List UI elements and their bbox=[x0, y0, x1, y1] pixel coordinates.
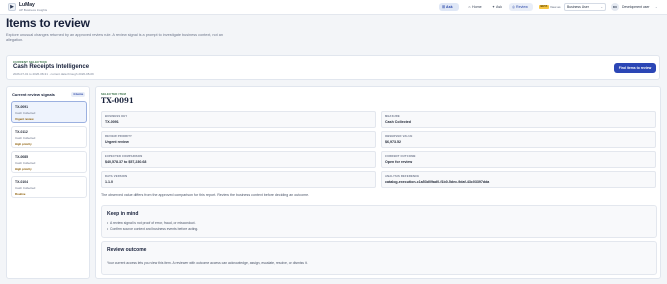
nav-ask-primary-label: Ask bbox=[446, 5, 453, 9]
selected-item-panel: SELECTED ITEM TX-0091 BUSINESS KEY TX-00… bbox=[95, 86, 661, 279]
signal-priority: High priority bbox=[15, 167, 32, 171]
signal-area: Cash Collected bbox=[15, 161, 36, 165]
field-measure: MEASURE Cash Collected bbox=[381, 111, 656, 128]
top-bar: ▶ LuMay AP Business Insights ☰Ask ⌂Home … bbox=[0, 0, 667, 15]
field-value: $6,973.52 bbox=[385, 140, 401, 144]
keep-in-mind-box: Keep in mind • A review signal is not pro… bbox=[101, 205, 657, 238]
avatar[interactable]: DU bbox=[611, 3, 619, 11]
field-business-key: BUSINESS KEY TX-0091 bbox=[101, 111, 376, 128]
nav-home-label: Home bbox=[472, 5, 482, 9]
signal-item[interactable]: TX-0104 Cash Collected Routine bbox=[11, 176, 87, 198]
review-signals-panel: Current review signals 4 items TX-0091 C… bbox=[6, 86, 90, 279]
nav-ask-primary-button[interactable]: ☰Ask bbox=[439, 3, 459, 11]
role-select[interactable]: Business User ⌄ bbox=[564, 3, 606, 11]
chevron-down-icon: ⌄ bbox=[600, 5, 603, 9]
signal-area: Cash Collected bbox=[15, 111, 36, 115]
find-items-button[interactable]: Find items to review bbox=[614, 63, 656, 73]
signal-id: TX-0091 bbox=[15, 105, 29, 109]
nav-review-button[interactable]: ◎Review bbox=[509, 3, 533, 11]
field-value: TX-0091 bbox=[105, 120, 119, 124]
review-signals-title: Current review signals bbox=[12, 92, 55, 97]
field-analysis-reference: ANALYSIS REFERENCE catalog-execution-c1a… bbox=[381, 171, 656, 188]
field-observed-value: OBSERVED VALUE $6,973.52 bbox=[381, 131, 656, 148]
field-label: MEASURE bbox=[385, 115, 400, 118]
signal-item[interactable]: TX-0112 Cash Collected High priority bbox=[11, 126, 87, 148]
field-value: Open for review bbox=[385, 160, 413, 164]
field-expected-comparison: EXPECTED COMPARISON $40,578.37 to $57,23… bbox=[101, 151, 376, 168]
field-label: EXPECTED COMPARISON bbox=[105, 155, 143, 158]
keep-in-mind-title: Keep in mind bbox=[107, 211, 139, 217]
nav-home-button[interactable]: ⌂Home bbox=[465, 3, 485, 11]
review-outcome-title: Review outcome bbox=[107, 247, 147, 253]
signal-priority: Urgent review bbox=[15, 117, 34, 121]
nav-ask-label: Ask bbox=[496, 5, 502, 9]
field-value: Urgent review bbox=[105, 140, 129, 144]
nav-review-label: Review bbox=[516, 5, 528, 9]
signal-priority: Routine bbox=[15, 192, 26, 196]
field-label: OBSERVED VALUE bbox=[385, 135, 413, 138]
chat-icon: ✦ bbox=[492, 5, 496, 9]
current-selection-meta: 2026-07-01 to 2026-08-31 · current data … bbox=[13, 72, 94, 76]
review-outcome-text: Your current access lets you view this i… bbox=[107, 261, 308, 265]
current-selection-title: Cash Receipts Intelligence bbox=[13, 64, 90, 70]
signal-area: Cash Collected bbox=[15, 136, 36, 140]
current-selection-card: CURRENT SELECTION Cash Receipts Intellig… bbox=[6, 55, 660, 80]
keep-in-mind-item: • Confirm source context and business eve… bbox=[107, 227, 199, 231]
field-review-priority: REVIEW PRIORITY Urgent review bbox=[101, 131, 376, 148]
review-outcome-box: Review outcome Your current access lets … bbox=[101, 241, 657, 275]
review-signals-count-badge: 4 items bbox=[71, 92, 86, 97]
field-label: BUSINESS KEY bbox=[105, 115, 128, 118]
role-select-value: Business User bbox=[567, 5, 589, 9]
field-data-version: DATA VERSION 1.1.0 bbox=[101, 171, 376, 188]
selected-item-title: TX-0091 bbox=[101, 96, 134, 105]
chevron-down-icon[interactable]: ⌄ bbox=[655, 5, 658, 9]
field-value: Cash Collected bbox=[385, 120, 411, 124]
field-value: $40,578.37 to $57,230.68 bbox=[105, 160, 147, 164]
field-current-outcome: CURRENT OUTCOME Open for review bbox=[381, 151, 656, 168]
nav-ask-button[interactable]: ✦Ask bbox=[489, 3, 506, 11]
beta-badge: BETA bbox=[539, 5, 549, 9]
field-value: 1.1.0 bbox=[105, 180, 113, 184]
brand-logo-icon[interactable]: ▶ bbox=[8, 3, 16, 11]
field-label: ANALYSIS REFERENCE bbox=[385, 175, 420, 178]
user-menu-name[interactable]: Development user bbox=[622, 5, 650, 9]
field-label: CURRENT OUTCOME bbox=[385, 155, 416, 158]
keep-in-mind-item: • A review signal is not proof of error, … bbox=[107, 221, 196, 225]
signal-item[interactable]: TX-0085 Cash Collected High priority bbox=[11, 151, 87, 173]
signal-area: Cash Collected bbox=[15, 186, 36, 190]
view-as-label: View as bbox=[550, 5, 561, 9]
signal-id: TX-0112 bbox=[15, 130, 28, 134]
review-icon: ◎ bbox=[512, 5, 516, 9]
signal-id: TX-0085 bbox=[15, 155, 29, 159]
signal-id: TX-0104 bbox=[15, 180, 29, 184]
page-description: Explore unusual changes returned by an a… bbox=[6, 33, 223, 43]
field-value: catalog-execution-c1a53d09ad0-f1b0-5dec-… bbox=[385, 180, 490, 184]
brand-subtitle: AP Business Insights bbox=[19, 8, 48, 12]
signal-item[interactable]: TX-0091 Cash Collected Urgent review bbox=[11, 101, 87, 123]
field-label: REVIEW PRIORITY bbox=[105, 135, 133, 138]
home-icon: ⌂ bbox=[468, 5, 471, 9]
page-title: Items to review bbox=[6, 16, 90, 30]
field-label: DATA VERSION bbox=[105, 175, 128, 178]
signal-priority: High priority bbox=[15, 142, 32, 146]
selected-item-note: The observed value differs from the appr… bbox=[101, 193, 310, 197]
menu-icon: ☰ bbox=[442, 5, 446, 9]
